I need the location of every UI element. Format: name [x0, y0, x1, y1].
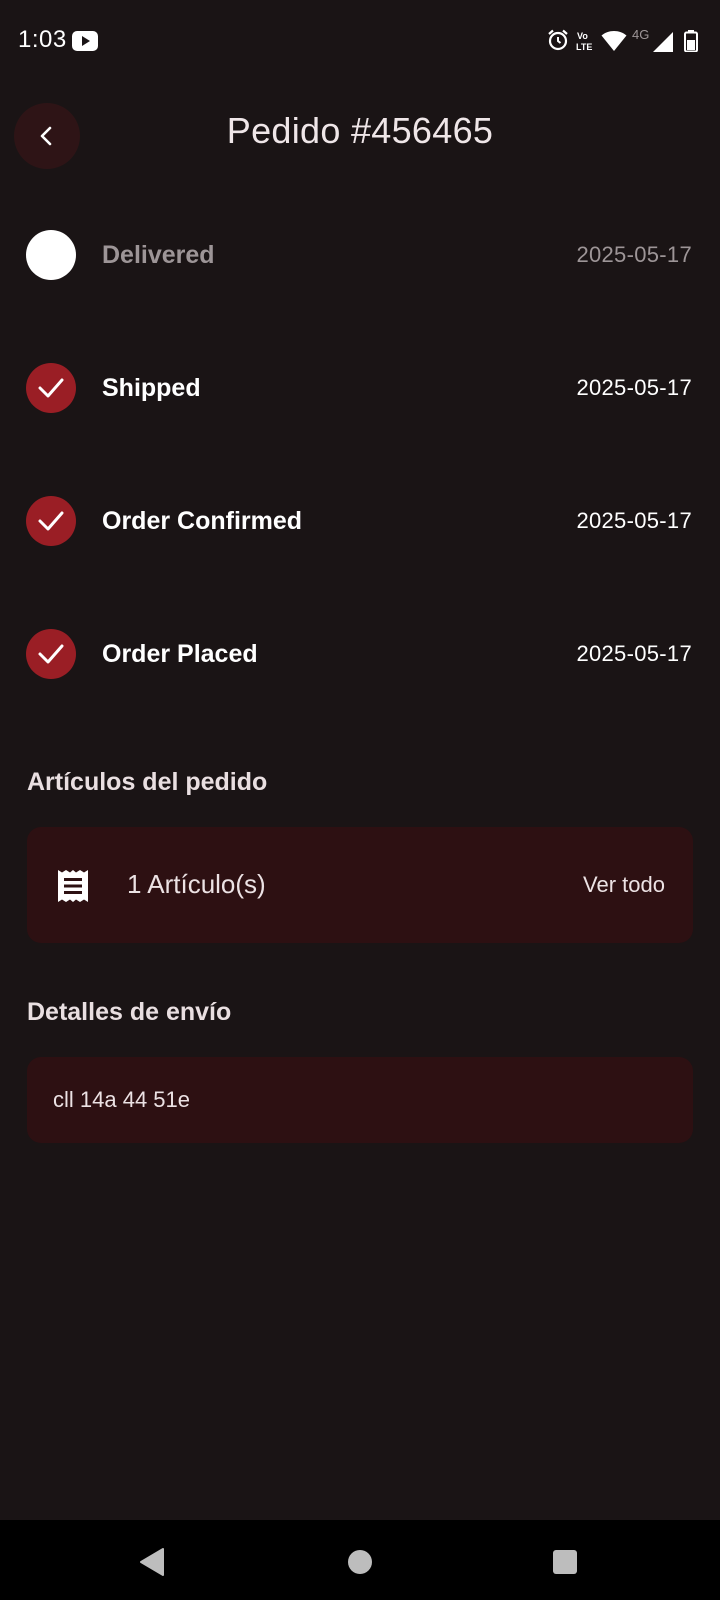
status-time: 1:03 [18, 26, 67, 53]
svg-text:LTE: LTE [576, 42, 592, 52]
network-type-label: 4G [632, 27, 650, 42]
completed-status-dot [26, 496, 76, 546]
status-icons: Vo LTE 4G [546, 27, 706, 58]
page-title: Pedido #456465 [226, 110, 494, 151]
shipping-details-heading: Detalles de envío [27, 998, 232, 1026]
timeline-date: 2025-05-17 [576, 375, 692, 400]
timeline-label: Shipped [102, 374, 201, 402]
timeline-item-order-placed: Order Placed 2025-05-17 [0, 624, 720, 684]
nav-back-button[interactable] [134, 1544, 170, 1580]
battery-icon [684, 30, 698, 57]
shipping-address-card: cll 14a 44 51e [27, 1057, 693, 1143]
check-icon [37, 377, 65, 399]
square-recents-icon [552, 1549, 578, 1575]
wifi-icon [601, 30, 627, 57]
check-icon [37, 643, 65, 665]
volte-icon: Vo LTE [576, 29, 596, 58]
timeline-date: 2025-05-17 [576, 641, 692, 666]
youtube-notification-icon [72, 31, 98, 51]
timeline-date: 2025-05-17 [576, 508, 692, 533]
pending-status-dot [26, 230, 76, 280]
triangle-back-icon [139, 1547, 165, 1577]
order-items-heading: Artículos del pedido [27, 768, 268, 796]
check-icon [37, 510, 65, 532]
completed-status-dot [26, 363, 76, 413]
status-bar: 1:03 Vo LTE 4G [0, 0, 720, 84]
signal-icon [652, 31, 674, 58]
timeline-label: Order Placed [102, 640, 258, 668]
alarm-icon [546, 28, 570, 57]
nav-home-button[interactable] [342, 1544, 378, 1580]
see-all-link[interactable]: Ver todo [583, 872, 665, 898]
timeline-date: 2025-05-17 [576, 242, 692, 267]
order-items-card[interactable]: 1 Artículo(s) Ver todo [27, 827, 693, 943]
shipping-address: cll 14a 44 51e [53, 1087, 190, 1112]
nav-recents-button[interactable] [547, 1544, 583, 1580]
timeline-label: Delivered [102, 241, 215, 269]
system-navigation-bar [0, 1520, 720, 1600]
receipt-icon [57, 869, 89, 903]
timeline-item-shipped: Shipped 2025-05-17 [0, 358, 720, 418]
completed-status-dot [26, 629, 76, 679]
circle-home-icon [347, 1549, 373, 1575]
timeline-label: Order Confirmed [102, 507, 303, 535]
timeline-item-order-confirmed: Order Confirmed 2025-05-17 [0, 491, 720, 551]
svg-text:Vo: Vo [577, 31, 588, 41]
items-count-label: 1 Artículo(s) [127, 869, 266, 899]
timeline-item-delivered: Delivered 2025-05-17 [0, 225, 720, 285]
